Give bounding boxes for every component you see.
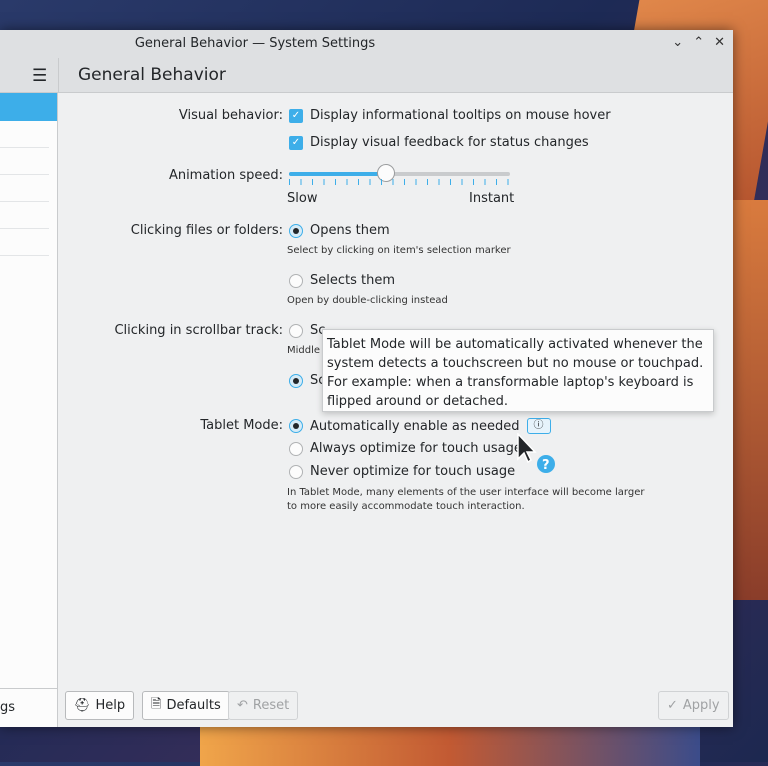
footer: gs ⛑ Help 🗎 Defaults ↶ Reset ✓ Apply	[0, 688, 733, 727]
reset-button[interactable]: ↶ Reset	[228, 691, 299, 720]
minimize-button[interactable]: ⌄	[672, 35, 683, 50]
radio-on-icon	[289, 419, 303, 433]
maximize-button[interactable]: ⌃	[693, 35, 704, 50]
button-label: Reset	[252, 698, 290, 713]
checkbox-checked-icon: ✓	[289, 108, 303, 123]
hamburger-menu-icon[interactable]: ☰	[32, 66, 47, 86]
help-cursor-icon: ?	[517, 433, 555, 473]
radio-on-icon	[289, 373, 303, 388]
header: ☰ General Behavior	[0, 58, 733, 93]
tablet-always-radio[interactable]: Always optimize for touch usage	[289, 441, 522, 456]
tooltips-checkbox[interactable]: ✓ Display informational tooltips on mouse…	[289, 108, 611, 123]
radio-off-icon	[289, 273, 303, 288]
help-icon: ⛑	[74, 698, 91, 713]
button-label: Help	[95, 698, 126, 713]
tooltip: Tablet Mode will be automatically activa…	[322, 329, 714, 412]
help-button[interactable]: ⛑ Help	[65, 691, 135, 720]
checkbox-label: Display visual feedback for status chang…	[310, 135, 589, 150]
hint: Open by double-clicking instead	[287, 295, 448, 306]
page-title: General Behavior	[78, 65, 226, 85]
sidebar-item[interactable]	[0, 121, 49, 148]
radio-label: Opens them	[310, 223, 390, 238]
document-icon: 🗎	[151, 696, 162, 712]
tablet-hint: In Tablet Mode, many elements of the use…	[287, 487, 645, 512]
system-settings-window: General Behavior — System Settings ⌄ ⌃ ✕…	[0, 30, 733, 727]
radio-on-icon	[289, 223, 303, 238]
undo-icon: ↶	[237, 698, 248, 713]
radio-label: Automatically enable as needed	[310, 418, 520, 434]
checkbox-label: Display informational tooltips on mouse …	[310, 108, 611, 123]
animation-speed-label: Animation speed:	[168, 168, 283, 183]
tablet-never-radio[interactable]: Never optimize for touch usage	[289, 464, 515, 479]
button-label: Apply	[682, 698, 720, 713]
visual-behavior-label: Visual behavior:	[178, 108, 283, 123]
title-bar[interactable]: General Behavior — System Settings ⌄ ⌃ ✕	[0, 30, 733, 58]
sidebar-footer-text[interactable]: gs	[0, 688, 58, 727]
radio-label: Selects them	[310, 273, 396, 288]
slider-max-label: Instant	[469, 191, 515, 206]
selects-them-radio[interactable]: Selects them	[289, 273, 395, 288]
hint: Select by clicking on item's selection m…	[287, 245, 511, 256]
window-title: General Behavior — System Settings	[134, 36, 376, 51]
opens-them-radio[interactable]: Opens them	[289, 223, 390, 238]
svg-text:?: ?	[542, 458, 550, 473]
radio-label: Always optimize for touch usage	[310, 441, 522, 456]
button-label: Defaults	[166, 698, 221, 713]
radio-off-icon	[289, 464, 303, 479]
scrollbar-option1-radio[interactable]: Sc	[289, 323, 325, 338]
slider-ticks	[289, 179, 510, 185]
close-button[interactable]: ✕	[714, 35, 725, 50]
tablet-mode-label: Tablet Mode:	[200, 418, 283, 433]
defaults-button[interactable]: 🗎 Defaults	[142, 691, 230, 720]
slider-min-label: Slow	[287, 191, 318, 206]
apply-button[interactable]: ✓ Apply	[658, 691, 729, 720]
check-icon: ✓	[667, 698, 678, 713]
clicking-files-label: Clicking files or folders:	[130, 223, 283, 238]
scrollbar-track-label: Clicking in scrollbar track:	[114, 323, 283, 338]
tablet-auto-radio[interactable]: Automatically enable as needed ⓘ	[289, 418, 551, 434]
radio-off-icon	[289, 441, 303, 456]
animation-speed-slider[interactable]	[289, 164, 510, 182]
radio-label: Never optimize for touch usage	[310, 464, 516, 479]
checkbox-checked-icon: ✓	[289, 135, 303, 150]
info-icon[interactable]: ⓘ	[526, 418, 551, 434]
scrollbar-option2-radio[interactable]: Sc	[289, 373, 325, 388]
hint: Middle	[287, 345, 321, 356]
feedback-checkbox[interactable]: ✓ Display visual feedback for status chan…	[289, 135, 589, 150]
radio-off-icon	[289, 323, 303, 338]
